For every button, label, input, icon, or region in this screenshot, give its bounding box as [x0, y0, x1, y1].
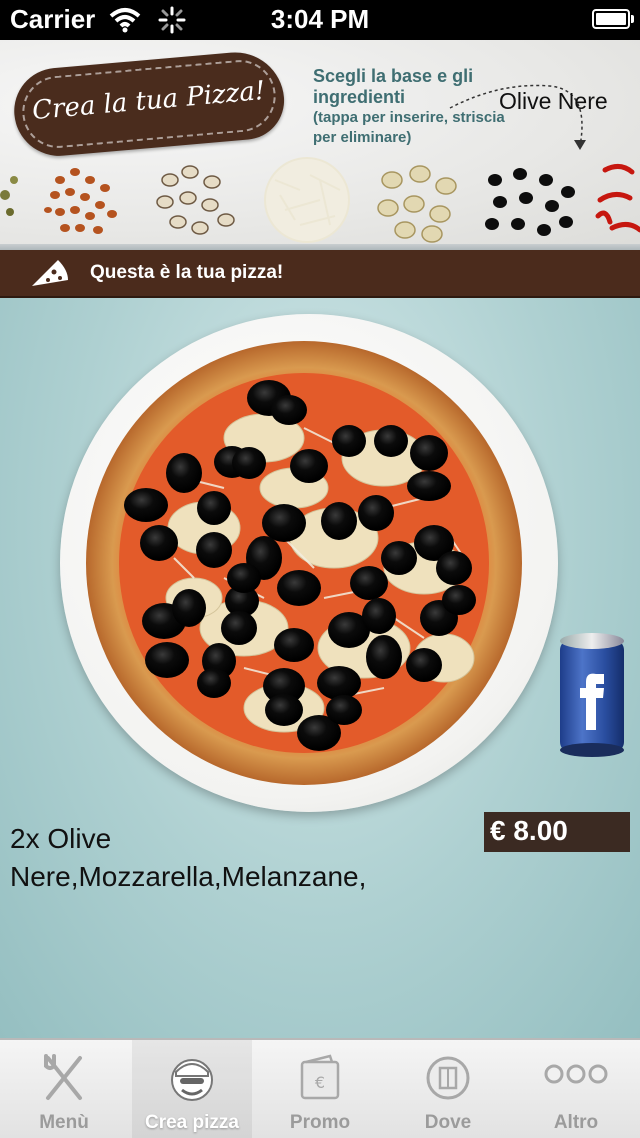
tab-crea-pizza[interactable]: Crea pizza [132, 1040, 252, 1138]
fork-knife-icon [44, 1054, 82, 1100]
price-tag: € 8.00 [484, 812, 630, 852]
tab-promo[interactable]: € Promo [256, 1040, 384, 1138]
tab-label: Dove [424, 1112, 472, 1133]
tab-bar: Menù Crea pizza € Promo Dove Altro [0, 1038, 640, 1138]
map-icon [426, 1056, 470, 1100]
wallet-euro-icon: € [300, 1054, 340, 1100]
pizza-image[interactable] [84, 338, 524, 788]
pizza-preview-area: 2x Olive Nere,Mozzarella,Melanzane, € 8.… [0, 298, 640, 1038]
tab-label: Crea pizza [145, 1112, 239, 1133]
ingredient-beans[interactable] [44, 168, 117, 234]
ingredient-chili-peppers[interactable] [595, 164, 640, 233]
tab-altro[interactable]: Altro [512, 1040, 640, 1138]
tab-label: Altro [553, 1112, 599, 1133]
ingredient-black-olives[interactable] [485, 168, 575, 236]
more-icon [544, 1064, 608, 1084]
status-bar: Carrier 3:04 PM [0, 0, 640, 40]
ingredient-carousel[interactable] [0, 150, 640, 245]
facebook-share-button[interactable] [556, 630, 628, 760]
battery-icon [592, 9, 634, 29]
chef-icon [171, 1059, 213, 1101]
ingredient-artichokes[interactable] [377, 165, 457, 243]
ingredient-header: Crea la tua Pizza! Scegli la base e gli … [0, 40, 640, 250]
section-title: Questa è la tua pizza! [90, 262, 284, 283]
tab-menu[interactable]: Menù [0, 1040, 128, 1138]
clock: 3:04 PM [270, 4, 370, 34]
ingredient-herbs[interactable] [0, 176, 18, 216]
create-pizza-logo: Crea la tua Pizza! [10, 48, 288, 160]
order-summary: 2x Olive Nere,Mozzarella,Melanzane, [10, 823, 367, 892]
tab-dove[interactable]: Dove [384, 1040, 512, 1138]
ingredient-mushrooms[interactable] [156, 165, 235, 235]
tab-label: Menù [39, 1112, 89, 1133]
pizza-slice-icon [32, 260, 68, 286]
selected-ingredient-label: Olive Nere [499, 88, 608, 114]
svg-text:€: € [315, 1073, 325, 1092]
tab-label: Promo [289, 1112, 351, 1133]
section-bar: Questa è la tua pizza! [0, 250, 640, 298]
ingredient-mozzarella[interactable] [264, 157, 350, 243]
